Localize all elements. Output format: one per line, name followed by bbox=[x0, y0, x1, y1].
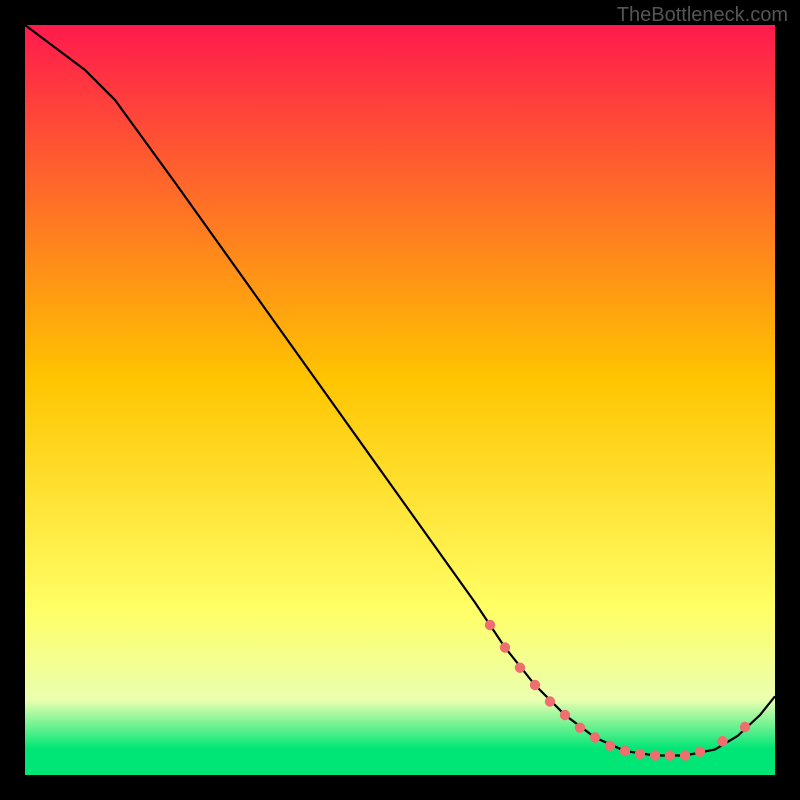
marker-point bbox=[680, 750, 690, 760]
plot-area bbox=[25, 25, 775, 775]
marker-point bbox=[560, 710, 570, 720]
marker-point bbox=[590, 732, 600, 742]
watermark-text: TheBottleneck.com bbox=[617, 4, 788, 27]
gradient-background bbox=[25, 25, 775, 775]
marker-point bbox=[500, 642, 510, 652]
marker-point bbox=[665, 750, 675, 760]
marker-point bbox=[740, 722, 750, 732]
marker-point bbox=[485, 620, 495, 630]
marker-point bbox=[650, 750, 660, 760]
marker-point bbox=[635, 749, 645, 759]
marker-point bbox=[545, 696, 555, 706]
marker-point bbox=[575, 723, 585, 733]
chart-svg bbox=[25, 25, 775, 775]
marker-point bbox=[605, 741, 615, 751]
marker-point bbox=[717, 736, 727, 746]
marker-point bbox=[695, 747, 705, 757]
marker-point bbox=[620, 746, 630, 756]
marker-point bbox=[530, 680, 540, 690]
chart-container: TheBottleneck.com bbox=[0, 0, 800, 800]
marker-point bbox=[515, 663, 525, 673]
